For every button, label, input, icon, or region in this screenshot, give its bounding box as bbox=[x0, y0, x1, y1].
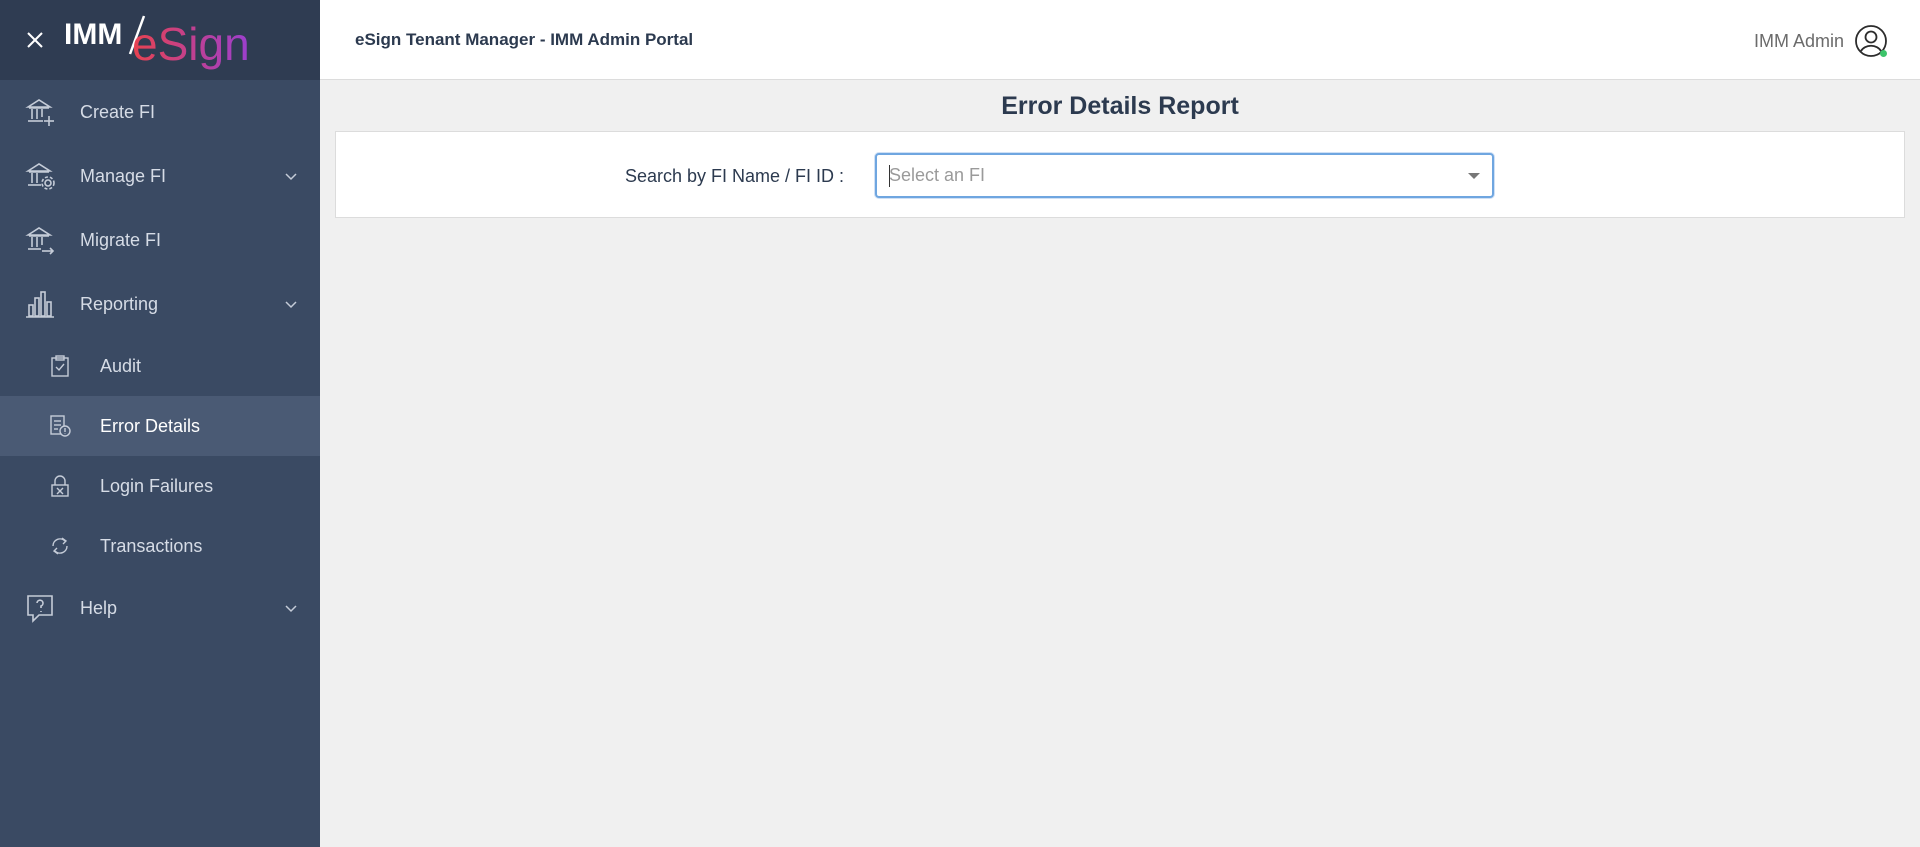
close-sidebar-button[interactable] bbox=[24, 29, 46, 51]
close-icon bbox=[27, 32, 43, 48]
sidebar-item-label: Create FI bbox=[80, 101, 156, 122]
search-label: Search by FI Name / FI ID : bbox=[624, 166, 844, 186]
logo-text-esign: eSign bbox=[132, 18, 250, 70]
sidebar-item-migrate-fi[interactable]: Migrate FI bbox=[0, 208, 320, 272]
fi-select[interactable] bbox=[875, 153, 1494, 198]
brand-logo: IMM eSign bbox=[64, 10, 264, 70]
sidebar-nav: Create FI Manage FI Migrate FI Reporting… bbox=[0, 80, 320, 640]
sidebar-subitem-label: Login Failures bbox=[100, 475, 214, 496]
text-cursor bbox=[889, 165, 890, 187]
sidebar-item-label: Help bbox=[80, 597, 118, 618]
document-error-icon bbox=[48, 414, 72, 438]
chevron-down-icon bbox=[285, 605, 297, 613]
sidebar-subitem-label: Audit bbox=[100, 355, 142, 376]
sidebar: IMM eSign Create FI Manage FI Migrate FI… bbox=[0, 0, 320, 847]
chevron-down-icon bbox=[285, 173, 297, 181]
user-name: IMM Admin bbox=[1753, 30, 1844, 51]
cycle-arrows-icon bbox=[48, 534, 72, 558]
sidebar-item-manage-fi[interactable]: Manage FI bbox=[0, 144, 320, 208]
clipboard-check-icon bbox=[48, 354, 72, 378]
bank-arrow-icon bbox=[24, 224, 56, 256]
online-status-dot bbox=[1880, 50, 1887, 57]
sidebar-item-label: Migrate FI bbox=[80, 229, 162, 250]
bank-plus-icon bbox=[24, 96, 56, 128]
bar-chart-icon bbox=[24, 288, 56, 320]
fi-search-input[interactable] bbox=[889, 165, 1449, 186]
user-menu-button[interactable]: IMM Admin bbox=[1754, 24, 1888, 58]
user-avatar-icon bbox=[1854, 24, 1888, 58]
sidebar-subitem-audit[interactable]: Audit bbox=[0, 336, 320, 396]
page-title: Error Details Report bbox=[1001, 92, 1239, 120]
sidebar-item-label: Reporting bbox=[80, 293, 159, 314]
chevron-down-icon bbox=[285, 301, 297, 309]
sidebar-subitem-transactions[interactable]: Transactions bbox=[0, 516, 320, 576]
help-bubble-icon bbox=[24, 592, 56, 624]
sidebar-subitem-label: Error Details bbox=[100, 415, 201, 436]
sidebar-item-create-fi[interactable]: Create FI bbox=[0, 80, 320, 144]
dropdown-arrow-icon[interactable] bbox=[1468, 173, 1480, 179]
sidebar-header: IMM eSign bbox=[0, 0, 320, 80]
sidebar-item-label: Manage FI bbox=[80, 165, 167, 186]
sidebar-subitem-label: Transactions bbox=[100, 535, 203, 556]
sidebar-item-reporting[interactable]: Reporting bbox=[0, 272, 320, 336]
lock-x-icon bbox=[48, 474, 72, 498]
bank-gear-icon bbox=[24, 160, 56, 192]
sidebar-item-help[interactable]: Help bbox=[0, 576, 320, 640]
app-title: eSign Tenant Manager - IMM Admin Portal bbox=[355, 30, 694, 49]
sidebar-subitem-error-details[interactable]: Error Details bbox=[0, 396, 320, 456]
filter-panel: Search by FI Name / FI ID : bbox=[335, 131, 1905, 218]
top-bar: eSign Tenant Manager - IMM Admin Portal … bbox=[320, 0, 1920, 80]
sidebar-subitem-login-failures[interactable]: Login Failures bbox=[0, 456, 320, 516]
logo-text-imm: IMM bbox=[64, 18, 122, 51]
